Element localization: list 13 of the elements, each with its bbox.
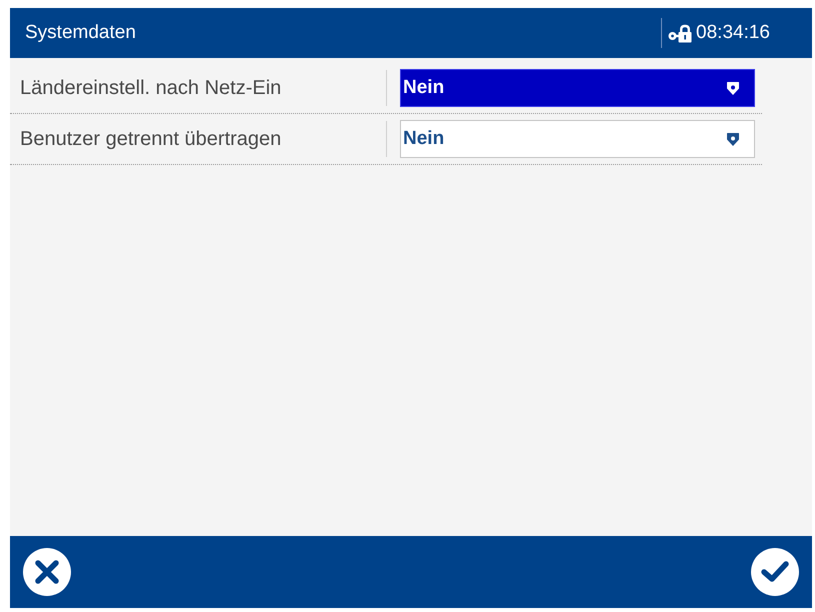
clock-time: 08:34:16 <box>696 20 770 45</box>
checkmark-icon <box>760 560 790 584</box>
dropdown[interactable]: Nein <box>400 69 755 107</box>
caret-icon <box>726 80 740 96</box>
setting-label: Benutzer getrennt übertragen <box>19 127 282 152</box>
key-lock-icon <box>668 24 692 42</box>
cancel-button[interactable] <box>23 548 71 596</box>
caret-icon <box>726 132 740 146</box>
setting-label: Ländereinstell. nach Netz-Ein <box>19 76 282 101</box>
confirm-button[interactable] <box>751 548 799 596</box>
dropdown[interactable]: Nein <box>400 120 755 158</box>
window-title: Systemdaten <box>25 20 136 45</box>
close-icon <box>34 559 60 585</box>
